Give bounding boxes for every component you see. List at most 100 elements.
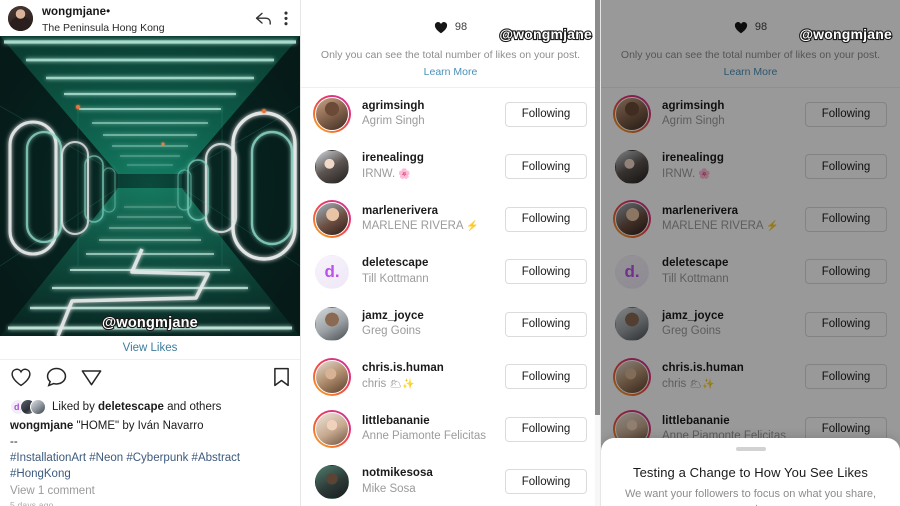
username[interactable]: marlenerivera — [362, 205, 505, 219]
story-ring[interactable] — [613, 95, 651, 134]
username[interactable]: littlebananie — [662, 415, 805, 429]
username[interactable]: agrimsingh — [662, 100, 805, 114]
following-button[interactable]: Following — [505, 364, 587, 390]
caption-hashtags[interactable]: #InstallationArt #Neon #Cyberpunk #Abstr… — [10, 450, 290, 483]
following-button[interactable]: Following — [805, 364, 887, 390]
avatar-wrapper[interactable]: d. — [613, 253, 651, 291]
post-location[interactable]: The Peninsula Hong Kong — [42, 22, 255, 34]
like-row[interactable]: d. deletescape Till Kottmann Following — [601, 246, 900, 299]
post-image[interactable]: @wongmjane — [0, 36, 300, 336]
like-row[interactable]: notmikesosaMike SosaFollowing — [301, 456, 600, 506]
fullname-text: Greg Goins — [362, 325, 421, 338]
fullname-text: Greg Goins — [662, 325, 721, 338]
following-button[interactable]: Following — [505, 311, 587, 337]
avatar[interactable] — [615, 150, 649, 184]
avatar[interactable] — [315, 97, 349, 132]
avatar[interactable] — [315, 359, 349, 394]
fullname-emoji: 🌸 — [698, 168, 711, 180]
like-row[interactable]: jamz_joyce Greg Goins Following — [601, 298, 900, 351]
following-button[interactable]: Following — [805, 311, 887, 337]
story-ring[interactable] — [613, 357, 651, 396]
sheet-drag-handle[interactable] — [735, 447, 766, 451]
story-ring[interactable] — [313, 357, 351, 396]
username[interactable]: jamz_joyce — [362, 310, 505, 324]
avatar[interactable] — [315, 465, 349, 499]
like-row[interactable]: chris.is.human chris 🌥✨ Following — [601, 351, 900, 404]
following-button[interactable]: Following — [505, 206, 587, 232]
username[interactable]: jamz_joyce — [662, 310, 805, 324]
liked-by-username[interactable]: deletescape — [98, 401, 164, 413]
like-row[interactable]: irenealingg IRNW. 🌸 Following — [601, 141, 900, 194]
avatar[interactable] — [615, 307, 649, 341]
caption-author[interactable]: wongmjane — [10, 420, 73, 432]
story-ring[interactable] — [313, 95, 351, 134]
user-text: deletescape Till Kottmann — [662, 257, 805, 287]
username[interactable]: notmikesosa — [362, 467, 505, 481]
following-button[interactable]: Following — [805, 259, 887, 285]
avatar-wrapper[interactable] — [313, 463, 351, 501]
like-row[interactable]: jamz_joyce Greg Goins Following — [301, 298, 600, 351]
like-row[interactable]: littlebananie Anne Piamonte Felicitas Foll… — [301, 403, 600, 456]
more-options-icon[interactable] — [284, 11, 288, 26]
avatar-wrapper[interactable]: d. — [313, 253, 351, 291]
share-paper-plane-icon[interactable] — [81, 367, 102, 387]
caption-text: "HOME" by Iván Navarro — [73, 420, 204, 432]
bookmark-outline-icon[interactable] — [273, 367, 290, 387]
username[interactable]: deletescape — [662, 257, 805, 271]
story-ring[interactable] — [613, 200, 651, 239]
view-likes-link[interactable]: View Likes — [123, 342, 178, 354]
like-row[interactable]: chris.is.human chris 🌥✨ Following — [301, 351, 600, 404]
avatar-wrapper[interactable] — [613, 305, 651, 343]
username[interactable]: agrimsingh — [362, 100, 505, 114]
story-ring[interactable] — [313, 410, 351, 449]
liked-by-row[interactable]: Liked by deletescape and others — [10, 399, 290, 415]
following-button[interactable]: Following — [805, 101, 887, 127]
following-button[interactable]: Following — [505, 154, 587, 180]
like-row[interactable]: marlenerivera MARLENE RIVERA ⚡ Following — [301, 193, 600, 246]
username[interactable]: irenealingg — [362, 152, 505, 166]
avatar[interactable] — [615, 97, 649, 132]
following-button[interactable]: Following — [505, 101, 587, 127]
username[interactable]: chris.is.human — [662, 362, 805, 376]
avatar[interactable] — [315, 202, 349, 237]
user-text: marlenerivera MARLENE RIVERA ⚡ — [362, 205, 505, 235]
avatar-wrapper[interactable] — [313, 148, 351, 186]
heart-outline-icon[interactable] — [10, 367, 32, 387]
avatar[interactable] — [615, 359, 649, 394]
fullname-text: IRNW. — [362, 167, 399, 180]
learn-more-link[interactable]: Learn More — [424, 66, 478, 78]
like-row[interactable]: marlenerivera MARLENE RIVERA ⚡ Following — [601, 193, 900, 246]
following-button[interactable]: Following — [805, 154, 887, 180]
neon-tunnel-artwork — [0, 36, 300, 336]
following-button[interactable]: Following — [505, 259, 587, 285]
username[interactable]: marlenerivera — [662, 205, 805, 219]
avatar[interactable]: d. — [615, 254, 649, 289]
like-row[interactable]: agrimsingh Agrim Singh Following — [601, 88, 900, 141]
following-button[interactable]: Following — [505, 416, 587, 442]
following-button[interactable]: Following — [505, 469, 587, 495]
post-author-username[interactable]: wongmjane — [42, 6, 106, 18]
username[interactable]: irenealingg — [662, 152, 805, 166]
avatar[interactable] — [315, 307, 349, 341]
username[interactable]: deletescape — [362, 257, 505, 271]
like-row[interactable]: irenealingg IRNW. 🌸 Following — [301, 141, 600, 194]
avatar[interactable] — [315, 412, 349, 447]
fullname: Greg Goins — [662, 325, 805, 339]
learn-more-link[interactable]: Learn More — [724, 66, 778, 78]
avatar-wrapper[interactable] — [313, 305, 351, 343]
avatar[interactable] — [8, 5, 33, 31]
view-comments-link[interactable]: View 1 comment — [10, 485, 290, 497]
username[interactable]: littlebananie — [362, 415, 505, 429]
fullname-emoji: 🌥✨ — [389, 378, 415, 390]
back-arrow-icon[interactable] — [255, 11, 272, 26]
following-button[interactable]: Following — [805, 206, 887, 232]
username[interactable]: chris.is.human — [362, 362, 505, 376]
avatar[interactable]: d. — [315, 254, 349, 289]
comment-bubble-icon[interactable] — [46, 367, 67, 387]
avatar[interactable] — [315, 150, 349, 184]
story-ring[interactable] — [313, 200, 351, 239]
avatar[interactable] — [615, 202, 649, 237]
like-row[interactable]: d. deletescape Till Kottmann Following — [301, 246, 600, 299]
avatar-wrapper[interactable] — [613, 148, 651, 186]
like-row[interactable]: agrimsingh Agrim Singh Following — [301, 88, 600, 141]
